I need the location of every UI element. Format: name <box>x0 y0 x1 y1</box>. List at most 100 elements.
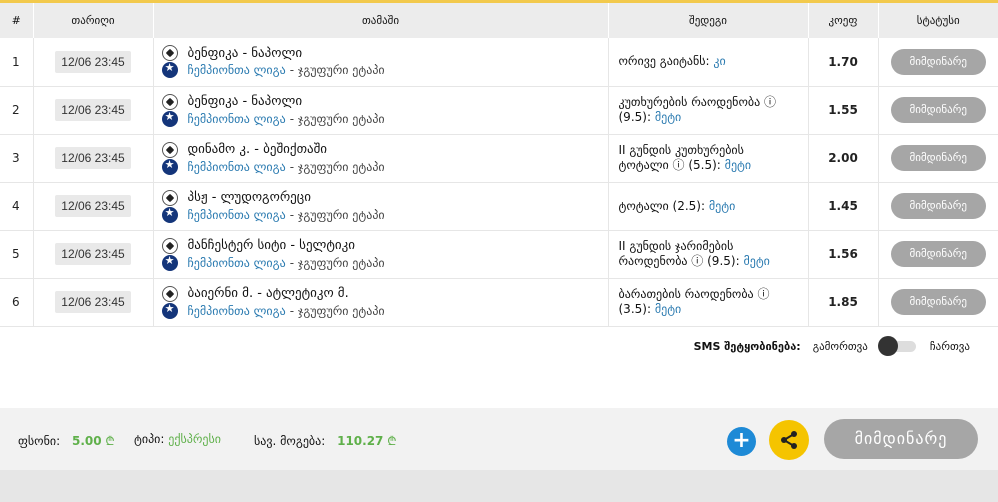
game-cell: ბენფიკა - ნაპოლიჩემპიონთა ლიგა- ჯგუფური … <box>153 38 609 87</box>
league-name[interactable]: ჩემპიონთა ლიგა <box>188 112 286 126</box>
league-name[interactable]: ჩემპიონთა ლიგა <box>188 256 286 270</box>
league-name[interactable]: ჩემპიონთა ლიგა <box>188 304 286 318</box>
date-chip: 12/06 23:45 <box>55 50 131 73</box>
row-number: 6 <box>0 278 34 327</box>
match-name[interactable]: პსჟ - ლუდოგორეცი <box>188 190 311 205</box>
market-pick: მეტი <box>708 198 736 213</box>
status-button[interactable]: მიმდინარე <box>890 97 986 123</box>
toggle-knob[interactable] <box>877 336 898 356</box>
odds-cell: 1.56 <box>808 230 879 279</box>
type-label: ტიპი: <box>134 432 165 446</box>
plus-icon: + <box>732 428 751 453</box>
champions-league-icon <box>161 61 178 79</box>
soccer-ball-icon <box>161 141 178 158</box>
bet-status-button[interactable]: მიმდინარე <box>824 419 978 459</box>
market-text-line2: (9.5): <box>618 110 652 124</box>
stage-name: - ჯგუფური ეტაპი <box>289 159 385 174</box>
row-number: 3 <box>0 134 34 183</box>
stake-label: ფსონი: <box>18 434 61 448</box>
status-button[interactable]: მიმდინარე <box>890 48 986 75</box>
market-text: ბარათების რაოდენობა ⓘ <box>618 287 770 301</box>
odds-cell: 1.45 <box>808 182 879 231</box>
league-name[interactable]: ჩემპიონთა ლიგა <box>188 208 286 222</box>
stake-currency: ₾ <box>105 434 115 448</box>
sms-toggle[interactable] <box>877 336 920 356</box>
bet-type-summary: ტიპი: ექსპრესი <box>134 432 221 446</box>
match-name[interactable]: დინამო კ. - ბეშიქთაში <box>188 142 328 157</box>
win-value: 110.27 <box>337 434 384 448</box>
game-cell: ბაიერნი მ. - ატლეტიკო მ.ჩემპიონთა ლიგა- … <box>153 278 609 327</box>
odds-cell: 1.85 <box>808 278 879 327</box>
market-cell: II გუნდის ჯარიმების რაოდენობა ⓘ (9.5): მე… <box>608 230 809 279</box>
league-name[interactable]: ჩემპიონთა ლიგა <box>188 160 286 174</box>
match-name[interactable]: ბაიერნი მ. - ატლეტიკო მ. <box>188 286 349 301</box>
league-line: ჩემპიონთა ლიგა- ჯგუფური ეტაპი <box>161 302 608 319</box>
stage-name: - ჯგუფური ეტაპი <box>289 63 385 78</box>
status-cell: მიმდინარე <box>878 38 998 87</box>
status-cell: მიმდინარე <box>878 278 998 327</box>
bet-summary-footer: ფსონი: 5.00 ₾ ტიპი: ექსპრესი სავ. მოგება… <box>0 408 998 470</box>
table-header-row: # თარიღი თამაში შედეგი კოეფ სტატუსი <box>0 3 998 38</box>
status-cell: მიმდინარე <box>878 182 998 231</box>
league-line: ჩემპიონთა ლიგა- ჯგუფური ეტაპი <box>161 158 608 175</box>
match-line: ბენფიკა - ნაპოლი <box>161 93 608 110</box>
status-button[interactable]: მიმდინარე <box>890 145 986 171</box>
market-cell: ბარათების რაოდენობა ⓘ (3.5): მეტი <box>608 278 809 327</box>
date-cell: 12/06 23:45 <box>33 278 154 327</box>
match-line: ბაიერნი მ. - ატლეტიკო მ. <box>161 285 608 302</box>
win-currency: ₾ <box>387 434 397 448</box>
champions-league-icon <box>161 158 178 175</box>
match-name[interactable]: მანჩესტერ სიტი - სელტიკი <box>188 238 356 253</box>
date-cell: 12/06 23:45 <box>33 182 154 231</box>
status-button[interactable]: მიმდინარე <box>890 193 986 219</box>
soccer-ball-icon <box>161 285 178 302</box>
date-chip: 12/06 23:45 <box>55 195 131 217</box>
market-pick: მეტი <box>724 158 752 172</box>
champions-league-icon <box>161 110 178 127</box>
match-line: ბენფიკა - ნაპოლი <box>161 45 608 62</box>
stage-name: - ჯგუფური ეტაპი <box>289 303 385 318</box>
share-button[interactable] <box>769 420 809 460</box>
champions-league-icon <box>161 302 178 319</box>
game-cell: ბენფიკა - ნაპოლი ჩემპიონთა ლიგა- ჯგუფური … <box>153 86 609 135</box>
row-number: 5 <box>0 230 34 279</box>
date-chip: 12/06 23:45 <box>55 99 131 121</box>
league-line: ჩემპიონთა ლიგა- ჯგუფური ეტაპი <box>161 61 608 79</box>
date-cell: 12/06 23:45 <box>33 134 154 183</box>
stage-name: - ჯგუფური ეტაპი <box>289 111 385 126</box>
market-text: ორივე გაიტანს: <box>618 54 710 69</box>
stake-summary: ფსონი: 5.00 ₾ <box>18 432 115 449</box>
date-cell: 12/06 23:45 <box>33 86 154 135</box>
market-pick: მეტი <box>743 254 770 268</box>
champions-league-icon <box>161 254 178 271</box>
col-header-odds: კოეფ <box>808 3 879 38</box>
col-header-market: შედეგი <box>608 3 809 38</box>
date-chip: 12/06 23:45 <box>55 243 131 265</box>
table-row: 4 12/06 23:45 პსჟ - ლუდოგორეცი ჩემპიონთა ლი… <box>0 182 998 231</box>
match-name[interactable]: ბენფიკა - ნაპოლი <box>188 46 303 61</box>
odds-cell: 2.00 <box>808 134 879 183</box>
row-number: 4 <box>0 182 34 231</box>
status-button[interactable]: მიმდინარე <box>890 289 986 315</box>
status-cell: მიმდინარე <box>878 134 998 183</box>
game-cell: პსჟ - ლუდოგორეციჩემპიონთა ლიგა- ჯგუფური … <box>153 182 609 231</box>
row-number: 1 <box>0 38 34 87</box>
league-name[interactable]: ჩემპიონთა ლიგა <box>188 63 286 77</box>
stage-name: - ჯგუფური ეტაპი <box>289 255 385 270</box>
table-row: 312/06 23:45დინამო კ. - ბეშიქთაშიჩემპიონ… <box>0 134 998 183</box>
market-text: კუთხურების რაოდენობა ⓘ <box>618 95 777 109</box>
table-row: 612/06 23:45ბაიერნი მ. - ატლეტიკო მ.ჩემპ… <box>0 278 998 327</box>
market-cell: კუთხურების რაოდენობა ⓘ (9.5): მეტი <box>608 86 809 135</box>
add-button[interactable]: + <box>727 427 756 456</box>
match-line: დინამო კ. - ბეშიქთაში <box>161 141 608 158</box>
date-cell: 12/06 23:45 <box>33 38 154 87</box>
market-pick: მეტი <box>654 302 682 316</box>
market-cell: ტოტალი (2.5): მეტი <box>608 182 809 231</box>
odds-cell: 1.70 <box>808 38 879 87</box>
type-value: ექსპრესი <box>168 432 221 446</box>
soccer-ball-icon <box>161 93 178 110</box>
soccer-ball-icon <box>161 189 178 206</box>
status-button[interactable]: მიმდინარე <box>890 241 986 267</box>
match-name[interactable]: ბენფიკა - ნაპოლი <box>188 94 303 109</box>
market-text-line2: რაოდენობა ⓘ (9.5): <box>618 254 740 268</box>
